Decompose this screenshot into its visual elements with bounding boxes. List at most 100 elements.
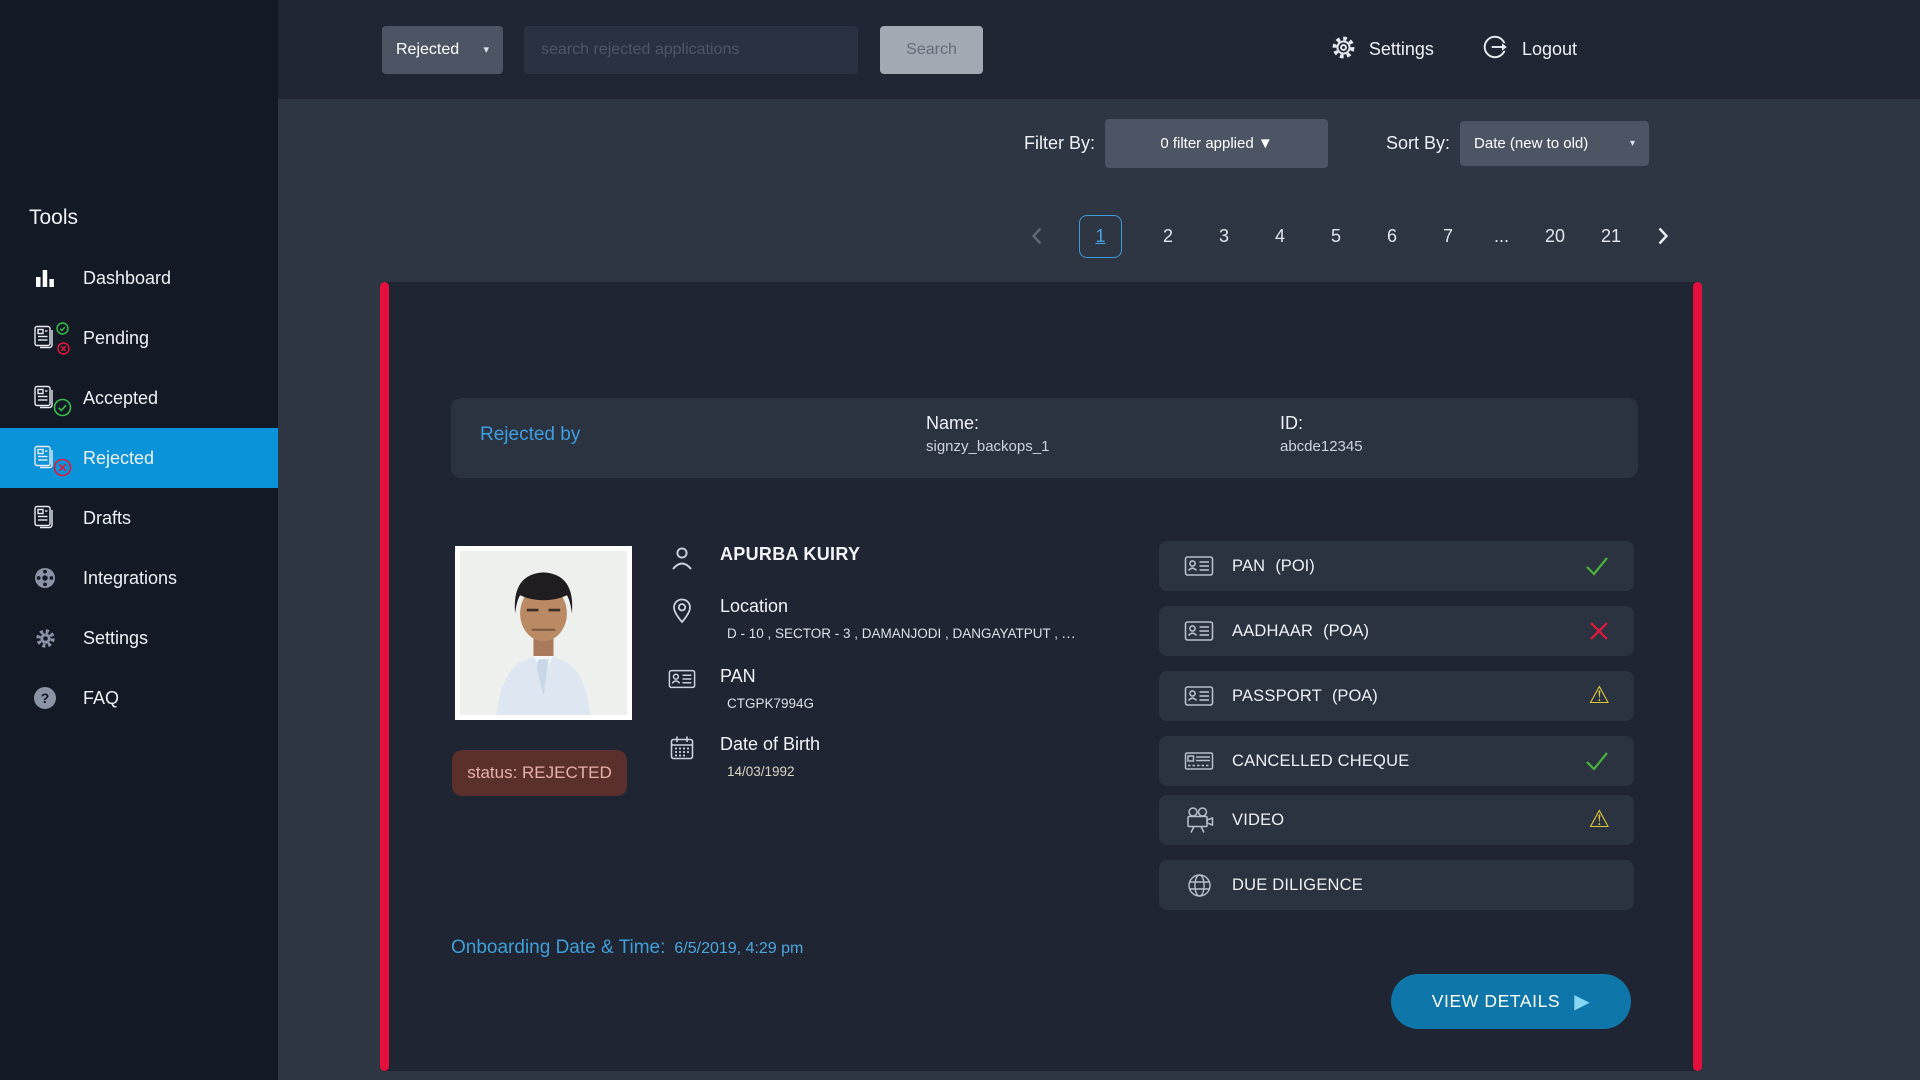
status-warning-icon: ⚠ <box>1588 684 1610 708</box>
id-value: abcde12345 <box>1280 438 1363 455</box>
status-approved-icon <box>1584 750 1610 772</box>
document-name: CANCELLED CHEQUE <box>1232 752 1409 771</box>
document-name: PASSPORT <box>1232 687 1322 706</box>
document-name: AADHAAR <box>1232 622 1313 641</box>
main-content: Filter By: 0 filter applied ▼ Sort By: D… <box>278 99 1920 1080</box>
person-icon <box>668 544 696 572</box>
topbar: Rejected ▾ Search Settings Logout <box>278 0 1920 99</box>
document-name: VIDEO <box>1232 811 1284 830</box>
cheque-icon <box>1183 750 1215 772</box>
category-select[interactable]: Rejected ▾ <box>382 26 503 74</box>
rejected-by-id-field: ID: abcde12345 <box>1280 413 1363 455</box>
pan-label: PAN <box>720 666 814 687</box>
onboarding-datetime: Onboarding Date & Time: 6/5/2019, 4:29 p… <box>451 937 803 959</box>
pan-row: PAN CTGPK7994G <box>668 666 814 711</box>
card-right-accent <box>1693 282 1702 1071</box>
applicant-photo <box>455 546 632 720</box>
logout-label: Logout <box>1522 39 1577 60</box>
document-row-video[interactable]: VIDEO ⚠ <box>1159 795 1634 845</box>
page-button-20[interactable]: 20 <box>1545 226 1565 247</box>
rejected-by-name-field: Name: signzy_backops_1 <box>926 413 1049 455</box>
sidebar-item-drafts[interactable]: Drafts <box>0 488 278 548</box>
view-details-button[interactable]: VIEW DETAILS ▶ <box>1391 974 1631 1029</box>
drafts-icon <box>29 504 61 532</box>
document-row-pan[interactable]: PAN (POI) <box>1159 541 1634 591</box>
sidebar-item-faq[interactable]: ? FAQ <box>0 668 278 728</box>
name-value: signzy_backops_1 <box>926 438 1049 455</box>
page-button-4[interactable]: 4 <box>1270 226 1290 247</box>
document-name: DUE DILIGENCE <box>1232 876 1363 895</box>
location-expand[interactable]: ... <box>1062 626 1076 641</box>
question-icon: ? <box>29 687 61 709</box>
name-label: Name: <box>926 413 1049 434</box>
view-details-label: VIEW DETAILS <box>1432 991 1560 1012</box>
location-row: Location D - 10 , SECTOR - 3 , DAMANJODI… <box>668 596 1076 641</box>
chevron-down-icon: ▾ <box>1630 138 1635 149</box>
document-row-aadhaar[interactable]: AADHAAR (POA) <box>1159 606 1634 656</box>
id-card-icon <box>1183 619 1215 643</box>
document-row-passport[interactable]: PASSPORT (POA) ⚠ <box>1159 671 1634 721</box>
sort-select-value: Date (new to old) <box>1474 135 1588 152</box>
document-row-cancelled-cheque[interactable]: CANCELLED CHEQUE <box>1159 736 1634 786</box>
search-input[interactable] <box>524 26 858 74</box>
rejected-by-label: Rejected by <box>480 424 580 446</box>
next-page-icon[interactable] <box>1657 226 1670 246</box>
logout-action[interactable]: Logout <box>1482 33 1577 66</box>
rejected-docs-icon <box>29 444 61 472</box>
sidebar-item-accepted[interactable]: Accepted <box>0 368 278 428</box>
applicant-name-row: APURBA KUIRY <box>668 544 860 572</box>
page-button-1[interactable]: 1 <box>1079 215 1122 258</box>
sidebar: Tools Dashboard Pending <box>0 0 278 1080</box>
status-warning-icon: ⚠ <box>1588 808 1610 832</box>
play-icon: ▶ <box>1574 992 1590 1012</box>
page-button-5[interactable]: 5 <box>1326 226 1346 247</box>
filter-by-group: Filter By: 0 filter applied ▼ <box>1024 119 1328 168</box>
sort-by-label: Sort By: <box>1386 133 1450 154</box>
status-badge: status: REJECTED <box>452 750 627 796</box>
sidebar-item-label: Rejected <box>83 448 154 469</box>
rejected-by-band: Rejected by Name: signzy_backops_1 ID: a… <box>451 398 1638 478</box>
sort-select[interactable]: Date (new to old) ▾ <box>1460 121 1649 166</box>
gear-icon <box>1330 34 1357 66</box>
accepted-docs-icon <box>29 384 61 412</box>
gear-icon <box>29 627 61 650</box>
sidebar-item-settings[interactable]: Settings <box>0 608 278 668</box>
dob-label: Date of Birth <box>720 734 820 755</box>
sidebar-item-label: FAQ <box>83 688 119 709</box>
sidebar-item-rejected[interactable]: Rejected <box>0 428 278 488</box>
settings-action[interactable]: Settings <box>1330 34 1434 66</box>
dob-value: 14/03/1992 <box>720 764 820 779</box>
location-pin-icon <box>668 596 696 641</box>
category-select-value: Rejected <box>396 41 459 59</box>
globe-icon <box>1183 873 1215 898</box>
sidebar-item-label: Accepted <box>83 388 158 409</box>
page-button-7[interactable]: 7 <box>1438 226 1458 247</box>
filter-applied-button[interactable]: 0 filter applied ▼ <box>1105 119 1328 168</box>
document-tag: (POA) <box>1323 622 1369 641</box>
document-name: PAN <box>1232 557 1265 576</box>
page-button-6[interactable]: 6 <box>1382 226 1402 247</box>
sidebar-section-title: Tools <box>29 206 78 230</box>
document-tag: (POA) <box>1332 687 1378 706</box>
page-button-3[interactable]: 3 <box>1214 226 1234 247</box>
document-row-due-diligence[interactable]: DUE DILIGENCE <box>1159 860 1634 910</box>
pan-value: CTGPK7994G <box>720 696 814 711</box>
sidebar-item-label: Pending <box>83 328 149 349</box>
prev-page-icon[interactable] <box>1030 226 1043 246</box>
card-left-accent <box>380 282 389 1071</box>
sidebar-nav: Dashboard Pending <box>0 248 278 728</box>
sidebar-item-dashboard[interactable]: Dashboard <box>0 248 278 308</box>
search-button[interactable]: Search <box>880 26 983 74</box>
pending-docs-icon <box>29 324 61 352</box>
document-tag: (POI) <box>1275 557 1314 576</box>
app-root: Tools Dashboard Pending <box>0 0 1920 1080</box>
page-button-21[interactable]: 21 <box>1601 226 1621 247</box>
status-rejected-icon <box>1588 620 1610 642</box>
page-button-2[interactable]: 2 <box>1158 226 1178 247</box>
sidebar-item-integrations[interactable]: Integrations <box>0 548 278 608</box>
applicant-name: APURBA KUIRY <box>720 544 860 565</box>
onboarding-label: Onboarding Date & Time: <box>451 937 665 959</box>
id-label: ID: <box>1280 413 1363 434</box>
dob-row: Date of Birth 14/03/1992 <box>668 734 820 779</box>
sidebar-item-pending[interactable]: Pending <box>0 308 278 368</box>
